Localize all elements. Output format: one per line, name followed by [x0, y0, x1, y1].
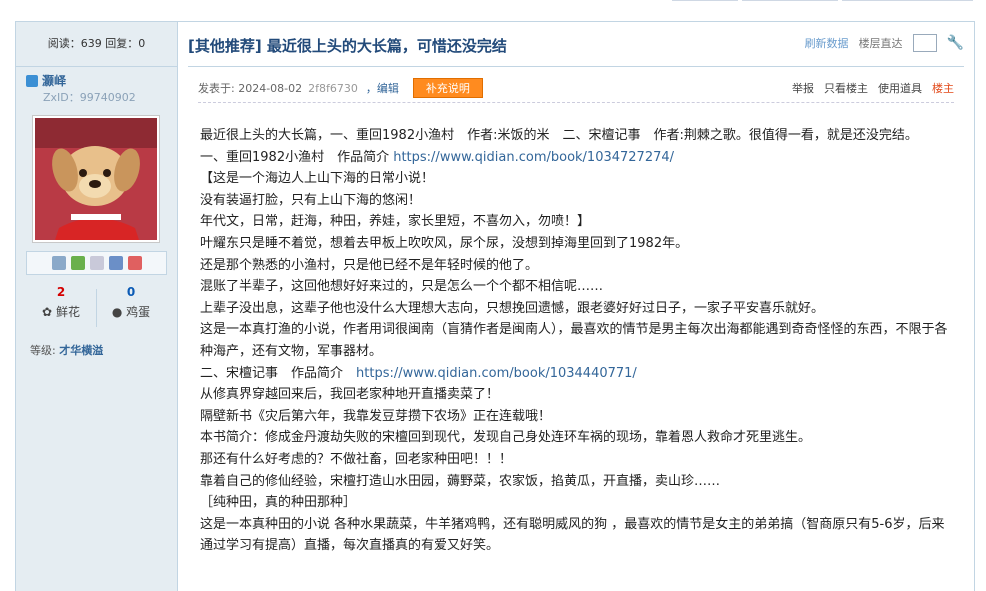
eggs-label: 鸡蛋: [126, 305, 151, 319]
floor-badge: 楼主: [932, 82, 954, 95]
post-paragraph: 叶耀东只是睡不着觉，想着去甲板上吹吹风，尿个尿，没想到掉海里回到了1982年。: [200, 235, 689, 251]
avatar-image: [35, 118, 157, 240]
supplement-button[interactable]: 补充说明: [412, 78, 483, 98]
refresh-link[interactable]: 刷新数据: [805, 35, 849, 51]
book-link-2[interactable]: https://www.qidian.com/book/1034440771/: [356, 366, 637, 381]
thread-stats: 阅读：639 回复：0: [16, 22, 177, 67]
author-sidebar: 阅读：639 回复：0 灏峄 ZxID：99740902 2 ✿ 鲜花 0 ● …: [16, 22, 178, 591]
floor-jump-label: 楼层直达: [858, 37, 903, 50]
flowers-counter[interactable]: 2 ✿ 鲜花: [26, 285, 96, 320]
post-paragraph: 最近很上头的大长篇，一、重回1982小渔村 作者:米饭的米 二、宋檀记事 作者:…: [200, 128, 918, 143]
profile-icon[interactable]: [89, 256, 104, 270]
floor-jump-input[interactable]: [912, 34, 937, 52]
post-date: 发表于: 2024-08-02: [198, 82, 303, 95]
post-paragraph: 那还有什么好考虑的？不做社畜，回老家种田吧！！！: [200, 451, 513, 467]
post-paragraph: 混账了半辈子，这回他想好好来过的，只是怎么一个个都不相信呢……: [200, 279, 604, 295]
post-paragraph: ［纯种田，真的种田那种］: [200, 495, 357, 511]
author-name[interactable]: 灏峄: [42, 72, 66, 89]
add-friend-icon[interactable]: [70, 256, 85, 270]
user-online-icon: [26, 74, 38, 87]
avatar[interactable]: [32, 115, 160, 243]
egg-icon: ●: [111, 305, 123, 319]
edit-link[interactable]: ，编辑: [366, 80, 399, 96]
title-divider: [188, 66, 964, 67]
top-strip: [0, 0, 986, 14]
post-body: 最近很上头的大长篇，一、重回1982小渔村 作者:米饭的米 二、宋檀记事 作者:…: [200, 125, 952, 557]
thread-title[interactable]: [其他推荐] 最近很上头的大长篇，可惜还没完结: [188, 35, 507, 56]
views-count: 639: [80, 37, 102, 50]
album-icon[interactable]: [108, 256, 123, 270]
top-tab[interactable]: [672, 0, 738, 1]
post-paragraph: 这是一本真种田的小说 各种水果蔬菜，牛羊猪鸡鸭，还有聪明威风的狗 ，最喜欢的情节…: [200, 516, 945, 554]
author-actions: [26, 251, 167, 275]
post-actions: 举报 只看楼主 使用道具 楼主: [792, 80, 954, 96]
eggs-counter[interactable]: 0 ● 鸡蛋: [96, 285, 166, 320]
reputation-counters: 2 ✿ 鲜花 0 ● 鸡蛋: [26, 285, 166, 331]
post-paragraph: 靠着自己的修仙经验，宋檀打造山水田园，薅野菜，农家饭，掐黄瓜，开直播，卖山珍……: [200, 473, 721, 489]
replies-label: 回复：: [101, 37, 139, 50]
post-paragraph: 本书简介：修成金丹渡劫失败的宋檀回到现代，发现自己身处连环车祸的现场，靠着恩人救…: [200, 430, 812, 446]
meta-divider: [198, 102, 954, 103]
post-main: [其他推荐] 最近很上头的大长篇，可惜还没完结 刷新数据 楼层直达 🔧 发表于:…: [178, 22, 974, 591]
top-tab[interactable]: [742, 0, 838, 1]
post-paragraph: 从修真界穿越回来后，我回老家种地开直播卖菜了！: [200, 387, 500, 403]
level-value[interactable]: 才华横溢: [59, 344, 103, 357]
flower-icon: ✿: [42, 305, 53, 319]
post-id: 2f8f6730: [308, 81, 358, 95]
flowers-label: 鲜花: [55, 305, 80, 319]
intro-label: 一、重回1982小渔村 作品简介: [200, 149, 394, 165]
blocks-icon[interactable]: [127, 256, 142, 270]
intro-label: 二、宋檀记事 作品简介: [200, 365, 357, 381]
post-paragraph: 隔壁新书《灾后第六年，我靠发豆芽攒下农场》正在连载哦！: [200, 408, 552, 424]
level-label: 等级:: [30, 344, 56, 357]
post-meta: 发表于: 2024-08-02 2f8f6730 ，编辑 补充说明 举报 只看楼…: [198, 78, 954, 98]
only-owner-link[interactable]: 只看楼主: [824, 80, 868, 96]
thread-tools: 刷新数据 楼层直达 🔧: [805, 34, 964, 52]
post-container: 阅读：639 回复：0 灏峄 ZxID：99740902 2 ✿ 鲜花 0 ● …: [15, 21, 975, 591]
book-link-1[interactable]: https://www.qidian.com/book/1034727274/: [393, 150, 674, 165]
author-level: 等级: 才华横溢: [30, 342, 103, 358]
post-paragraph: 年代文，日常，赶海，种田，养娃，家长里短，不喜勿入，勿喷！】: [200, 214, 591, 230]
message-icon[interactable]: [51, 256, 66, 270]
report-link[interactable]: 举报: [792, 80, 814, 96]
flowers-count: 2: [56, 285, 66, 299]
replies-count: 0: [138, 37, 146, 50]
use-tool-link[interactable]: 使用道具: [878, 80, 922, 96]
eggs-count: 0: [126, 285, 136, 299]
post-paragraph: 上辈子没出息，这辈子他也没什么大理想大志向，只想挽回遗憾，跟老婆好好过日子，一家…: [200, 300, 825, 316]
views-label: 阅读：: [47, 37, 81, 50]
post-paragraph: 二、宋檀记事 作品简介 https://www.qidian.com/book/…: [200, 363, 952, 385]
post-paragraph: 一、重回1982小渔村 作品简介 https://www.qidian.com/…: [200, 147, 952, 169]
wrench-icon[interactable]: 🔧: [947, 35, 964, 51]
post-paragraph: 这是一本真打渔的小说，作者用词很闽南（盲猜作者是闽南人），最喜欢的情节是男主每次…: [200, 322, 948, 359]
author-zxid: ZxID：99740902: [43, 91, 136, 104]
post-paragraph: 没有装逼打脸，只有上山下海的悠闲！: [200, 192, 422, 208]
post-paragraph: 还是那个熟悉的小渔村，只是他已经不是年轻时候的他了。: [200, 257, 539, 273]
top-tab[interactable]: [842, 0, 973, 1]
post-paragraph: 【这是一个海边人上山下海的日常小说！: [200, 171, 435, 187]
author-name-row[interactable]: 灏峄: [26, 72, 66, 89]
